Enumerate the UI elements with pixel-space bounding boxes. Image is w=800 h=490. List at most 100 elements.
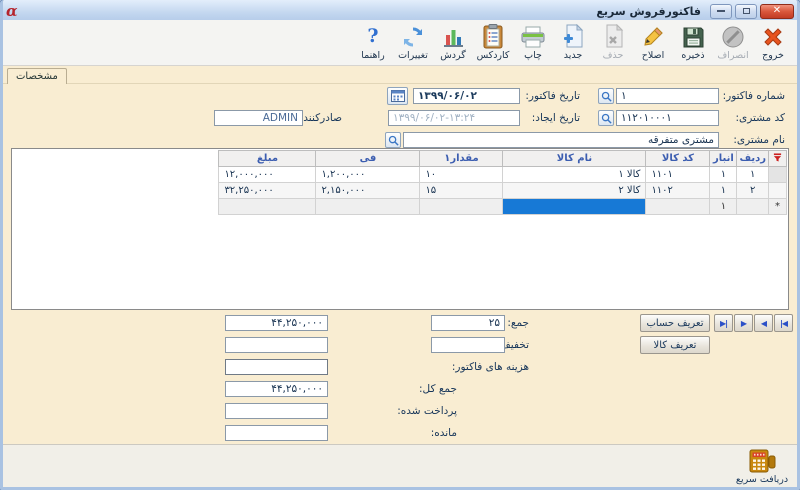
exit-button[interactable]: خروج <box>753 22 793 61</box>
nav-last-button[interactable]: ▶| <box>714 314 733 332</box>
items-grid[interactable]: ردیف انبار کد کالا نام کالا مقدار۱ فی مب… <box>218 150 787 215</box>
sum-qty-field: ۲۵ <box>431 315 505 331</box>
floppy-icon <box>681 23 705 50</box>
tab-strip: مشخصات <box>3 67 797 84</box>
quick-receive-label: دریافت سریع <box>736 474 788 485</box>
cell-code[interactable]: ۱۱۰۱ <box>646 167 710 183</box>
window-title: فاکتورفروش سریع <box>590 5 707 18</box>
grid-new-row[interactable]: * ۱ <box>219 199 787 215</box>
cell-amount[interactable]: ۳۲,۲۵۰,۰۰۰ <box>219 183 316 199</box>
row-selector[interactable] <box>769 167 787 183</box>
balance-label: مانده: <box>431 427 457 439</box>
cell-code[interactable]: ۱۱۰۲ <box>646 183 710 199</box>
col-header-code[interactable]: کد کالا <box>646 151 710 167</box>
created-date-field: ۱۳۹۹/۰۶/۰۲-۱۳:۲۴ <box>388 110 520 126</box>
row-selector[interactable] <box>769 183 787 199</box>
cell-store[interactable]: ۱ <box>710 183 737 199</box>
cell-price[interactable]: ۱,۲۰۰,۰۰۰ <box>316 167 420 183</box>
col-header-row[interactable]: ردیف <box>737 151 769 167</box>
invoice-window: α فاکتورفروش سریع ✕ ? راهنما تغییرات گرد… <box>0 0 800 490</box>
customer-name-field[interactable]: مشتری متفرقه <box>403 132 719 148</box>
grand-total-label: جمع کل: <box>419 383 457 395</box>
cell-price[interactable] <box>316 199 420 215</box>
cell-qty[interactable]: ۱۰ <box>420 167 503 183</box>
cell-qty[interactable]: ۱۵ <box>420 183 503 199</box>
discount-amount-field[interactable] <box>225 337 328 353</box>
search-icon <box>601 113 612 124</box>
sum-amount-field: ۴۴,۲۵۰,۰۰۰ <box>225 315 328 331</box>
cancel-button[interactable]: انصراف <box>713 22 753 61</box>
discount-pct-field[interactable] <box>431 337 505 353</box>
edit-button[interactable]: اصلاح <box>633 22 673 61</box>
items-grid-panel: ردیف انبار کد کالا نام کالا مقدار۱ فی مب… <box>11 148 789 310</box>
invoice-no-search-button[interactable] <box>598 88 614 104</box>
cell-amount[interactable] <box>219 199 316 215</box>
app-logo-icon: α <box>6 4 18 19</box>
new-button[interactable]: جدید <box>553 22 593 61</box>
define-item-button[interactable]: تعریف کالا <box>640 336 710 354</box>
cell-row[interactable]: ۲ <box>737 183 769 199</box>
circulation-button[interactable]: گردش <box>433 22 473 61</box>
customer-code-field[interactable]: ۱۱۲۰۱۰۰۰۱ <box>616 110 719 126</box>
nav-first-button[interactable]: |◀ <box>774 314 793 332</box>
invoice-date-label: تاریخ فاکتور: <box>525 90 580 102</box>
tab-label: مشخصات <box>16 71 58 82</box>
issuer-field: ADMIN <box>214 110 303 126</box>
col-header-amount[interactable]: مبلغ <box>219 151 316 167</box>
cell-store[interactable]: ۱ <box>710 167 737 183</box>
print-button[interactable]: چاپ <box>513 22 553 61</box>
filter-button[interactable] <box>769 151 787 167</box>
pencil-icon <box>641 23 665 50</box>
minimize-button[interactable] <box>710 4 732 19</box>
kardex-button[interactable]: کاردکس <box>473 22 513 61</box>
balance-field <box>225 425 328 441</box>
nav-first-icon: |◀ <box>780 319 787 328</box>
printer-icon <box>520 23 546 50</box>
nav-last-icon: ▶| <box>720 319 727 328</box>
row-selector-new[interactable]: * <box>769 199 787 215</box>
nav-prev-button[interactable]: ◀ <box>754 314 773 332</box>
tab-specifications[interactable]: مشخصات <box>7 68 67 84</box>
col-header-qty[interactable]: مقدار۱ <box>420 151 503 167</box>
close-button[interactable]: ✕ <box>760 4 794 19</box>
cell-row[interactable]: ۱ <box>737 167 769 183</box>
calendar-button[interactable] <box>387 87 408 105</box>
nav-next-button[interactable]: ▶ <box>734 314 753 332</box>
cell-price[interactable]: ۲,۱۵۰,۰۰۰ <box>316 183 420 199</box>
cell-name[interactable]: کالا ۲ <box>503 183 646 199</box>
cell-row[interactable] <box>737 199 769 215</box>
exit-icon <box>761 23 785 50</box>
col-header-store[interactable]: انبار <box>710 151 737 167</box>
col-header-price[interactable]: فی <box>316 151 420 167</box>
save-button[interactable]: ذخیره <box>673 22 713 61</box>
invoice-costs-field[interactable] <box>225 359 328 375</box>
define-account-button[interactable]: تعریف حساب <box>640 314 710 332</box>
cell-code[interactable] <box>646 199 710 215</box>
maximize-button[interactable] <box>735 4 757 19</box>
paid-field[interactable] <box>225 403 328 419</box>
col-header-name[interactable]: نام کالا <box>503 151 646 167</box>
customer-code-search-button[interactable] <box>598 110 614 126</box>
new-page-icon <box>562 23 584 50</box>
close-icon: ✕ <box>773 6 781 16</box>
cell-name-active[interactable] <box>503 199 646 215</box>
grid-row-1[interactable]: ۱ ۱ ۱۱۰۱ کالا ۱ ۱۰ ۱,۲۰۰,۰۰۰ ۱۲,۰۰۰,۰۰۰ <box>219 167 787 183</box>
customer-name-search-button[interactable] <box>385 132 401 148</box>
minimize-icon <box>717 10 725 12</box>
invoice-no-field[interactable]: ۱ <box>616 88 719 104</box>
grid-row-2[interactable]: ۲ ۱ ۱۱۰۲ کالا ۲ ۱۵ ۲,۱۵۰,۰۰۰ ۳۲,۲۵۰,۰۰۰ <box>219 183 787 199</box>
cell-name[interactable]: کالا ۱ <box>503 167 646 183</box>
paid-label: پرداخت شده: <box>397 405 457 417</box>
changes-button[interactable]: تغییرات <box>393 22 433 61</box>
cell-qty[interactable] <box>420 199 503 215</box>
maximize-icon <box>743 8 750 14</box>
customer-code-label: کد مشتری: <box>735 112 785 124</box>
bottom-bar: دریافت سریع <box>3 444 797 487</box>
delete-button[interactable]: حذف <box>593 22 633 61</box>
invoice-date-field[interactable]: ۱۳۹۹/۰۶/۰۲ <box>413 88 520 104</box>
cell-store[interactable]: ۱ <box>710 199 737 215</box>
quick-receive-button[interactable]: دریافت سریع <box>733 446 791 486</box>
help-button[interactable]: ? راهنما <box>353 22 393 61</box>
no-entry-icon <box>721 23 745 50</box>
cell-amount[interactable]: ۱۲,۰۰۰,۰۰۰ <box>219 167 316 183</box>
